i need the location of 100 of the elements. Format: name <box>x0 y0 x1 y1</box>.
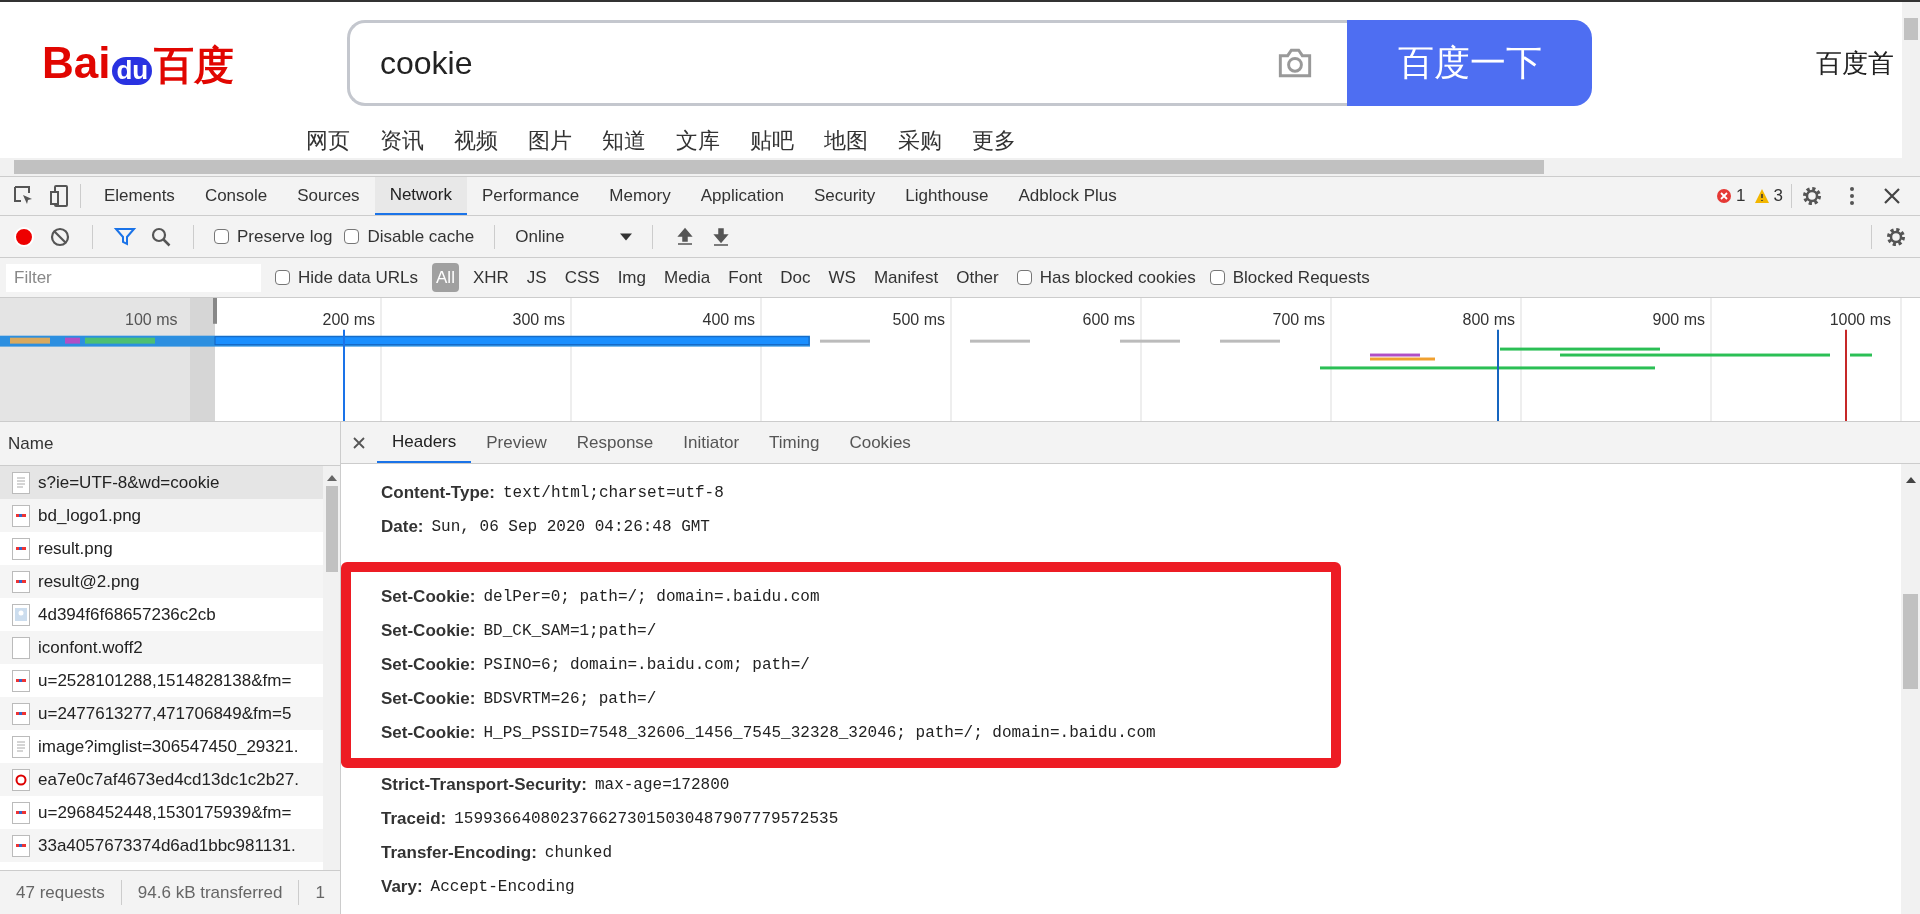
throttling-dropdown[interactable]: Online <box>515 223 633 250</box>
time-label: 400 ms <box>702 310 755 330</box>
filter-field[interactable]: Filter <box>6 263 261 292</box>
overview-selection-shade[interactable] <box>0 298 217 421</box>
search-tab[interactable]: 网页 <box>306 130 350 153</box>
devtools-tab[interactable]: Elements <box>89 177 190 215</box>
type-filter[interactable]: Font <box>724 262 767 293</box>
request-row[interactable]: u=2477613277,471706849&fm=5 <box>0 697 323 730</box>
header-value: PSINO=6; domain=.baidu.com; path=/ <box>483 655 810 676</box>
detail-tab[interactable]: Cookies <box>834 422 926 463</box>
vertical-scrollbar[interactable] <box>323 466 340 870</box>
status-text: 1 <box>298 879 340 906</box>
vertical-scrollbar[interactable] <box>1901 464 1920 914</box>
column-header[interactable]: Name <box>8 430 54 457</box>
top-link[interactable]: 百度首 <box>1816 43 1894 83</box>
checkbox[interactable] <box>275 270 290 285</box>
type-filter[interactable]: Other <box>952 262 1003 293</box>
detail-tab[interactable]: Timing <box>754 422 835 463</box>
file-icon <box>12 570 30 593</box>
type-filter[interactable]: Media <box>660 262 715 293</box>
time-label: 600 ms <box>1082 310 1135 330</box>
file-icon <box>12 636 30 659</box>
request-row[interactable]: 33a4057673374d6ad1bbc981131. <box>0 829 323 862</box>
devtools-tab[interactable]: Network <box>374 177 467 215</box>
time-label: 700 ms <box>1272 310 1325 330</box>
request-row[interactable]: iconfont.woff2 <box>0 631 323 664</box>
devtools-tab[interactable]: Application <box>685 177 799 215</box>
detail-tab[interactable]: Preview <box>471 422 562 463</box>
file-icon <box>12 768 30 791</box>
horizontal-scrollbar[interactable] <box>0 158 1902 176</box>
checkbox[interactable] <box>214 229 229 244</box>
search-tab[interactable]: 采购 <box>898 130 942 153</box>
search-tab[interactable]: 贴吧 <box>750 130 794 153</box>
detail-tab[interactable]: Headers <box>377 422 472 463</box>
warning-count[interactable]: 3 <box>1773 183 1783 209</box>
time-label: 300 ms <box>512 310 565 330</box>
header-value: Sun, 06 Sep 2020 04:26:48 GMT <box>431 517 710 538</box>
devtools-tab[interactable]: Lighthouse <box>890 177 1004 215</box>
scroll-up-icon[interactable] <box>326 474 337 482</box>
header-name: Content-Type: <box>381 482 495 505</box>
baidu-logo[interactable]: Bai du 百度 <box>42 41 267 86</box>
search-field[interactable]: cookie <box>347 20 1347 107</box>
detail-tab[interactable]: Response <box>561 422 669 463</box>
request-row[interactable]: ea7e0c7af4673ed4cd13dc1c2b27. <box>0 763 323 796</box>
scroll-up-icon[interactable] <box>1905 476 1916 484</box>
file-icon <box>12 504 30 527</box>
error-count[interactable]: 1 <box>1736 183 1746 209</box>
file-icon <box>12 834 30 857</box>
search-button[interactable]: 百度一下 <box>1347 20 1592 107</box>
request-row[interactable]: bd_logo1.png <box>0 499 323 532</box>
time-label: 100 ms <box>125 310 178 330</box>
type-filter[interactable]: XHR <box>468 262 513 293</box>
search-tab[interactable]: 资讯 <box>380 130 424 153</box>
time-label: 500 ms <box>892 310 945 330</box>
record-button[interactable] <box>12 224 36 249</box>
time-label: 800 ms <box>1462 310 1515 330</box>
devtools-tab[interactable]: Sources <box>282 177 375 215</box>
header-value: max-age=172800 <box>594 775 730 796</box>
search-tab[interactable]: 文库 <box>676 130 720 153</box>
file-icon <box>12 537 30 560</box>
search-tab[interactable]: 视频 <box>454 130 498 153</box>
time-label: 200 ms <box>322 310 375 330</box>
checkbox[interactable] <box>1209 270 1225 285</box>
devtools-tab[interactable]: Memory <box>594 177 686 215</box>
search-tab[interactable]: 图片 <box>528 130 572 153</box>
caret-icon <box>620 232 633 241</box>
checkbox[interactable] <box>344 229 360 244</box>
request-row[interactable]: result@2.png <box>0 565 323 598</box>
type-filter[interactable]: WS <box>824 262 860 293</box>
devtools-tab[interactable]: Security <box>798 177 891 215</box>
checkbox-label: Hide data URLs <box>298 266 418 289</box>
error-icon <box>1716 188 1733 204</box>
search-tab[interactable]: 地图 <box>824 130 868 153</box>
file-icon <box>12 735 30 758</box>
devtools-tab[interactable]: Console <box>189 177 283 215</box>
header-value: chunked <box>544 843 613 864</box>
scrollbar-thumb[interactable] <box>1903 594 1918 689</box>
type-filter[interactable]: Doc <box>776 262 815 293</box>
search-tab[interactable]: 知道 <box>602 130 646 153</box>
checkbox[interactable] <box>1016 270 1032 285</box>
header-value: BD_CK_SAM=1;path=/ <box>483 621 657 642</box>
vertical-scrollbar[interactable] <box>1902 2 1920 176</box>
header-value: text/html;charset=utf-8 <box>502 483 724 504</box>
file-icon <box>12 801 30 824</box>
type-filter[interactable]: Img <box>613 262 650 293</box>
type-filter[interactable]: JS <box>522 262 551 293</box>
detail-tab[interactable]: Initiator <box>668 422 755 463</box>
type-filter[interactable]: CSS <box>560 262 604 293</box>
search-tab[interactable]: 更多 <box>972 130 1016 153</box>
time-label: 900 ms <box>1652 310 1705 330</box>
checkbox-label: Disable cache <box>367 225 475 248</box>
scrollbar-thumb[interactable] <box>325 486 338 572</box>
settings-icon[interactable] <box>1800 184 1824 208</box>
type-filter[interactable]: Manifest <box>869 262 943 293</box>
request-row[interactable]: s?ie=UTF-8&wd=cookie <box>0 466 323 499</box>
devtools-tab[interactable]: Adblock Plus <box>1003 177 1132 215</box>
header-name: Vary: <box>381 876 423 899</box>
header-name: Date: <box>381 516 424 539</box>
devtools-tab[interactable]: Performance <box>467 177 595 215</box>
close-icon[interactable] <box>353 436 365 449</box>
